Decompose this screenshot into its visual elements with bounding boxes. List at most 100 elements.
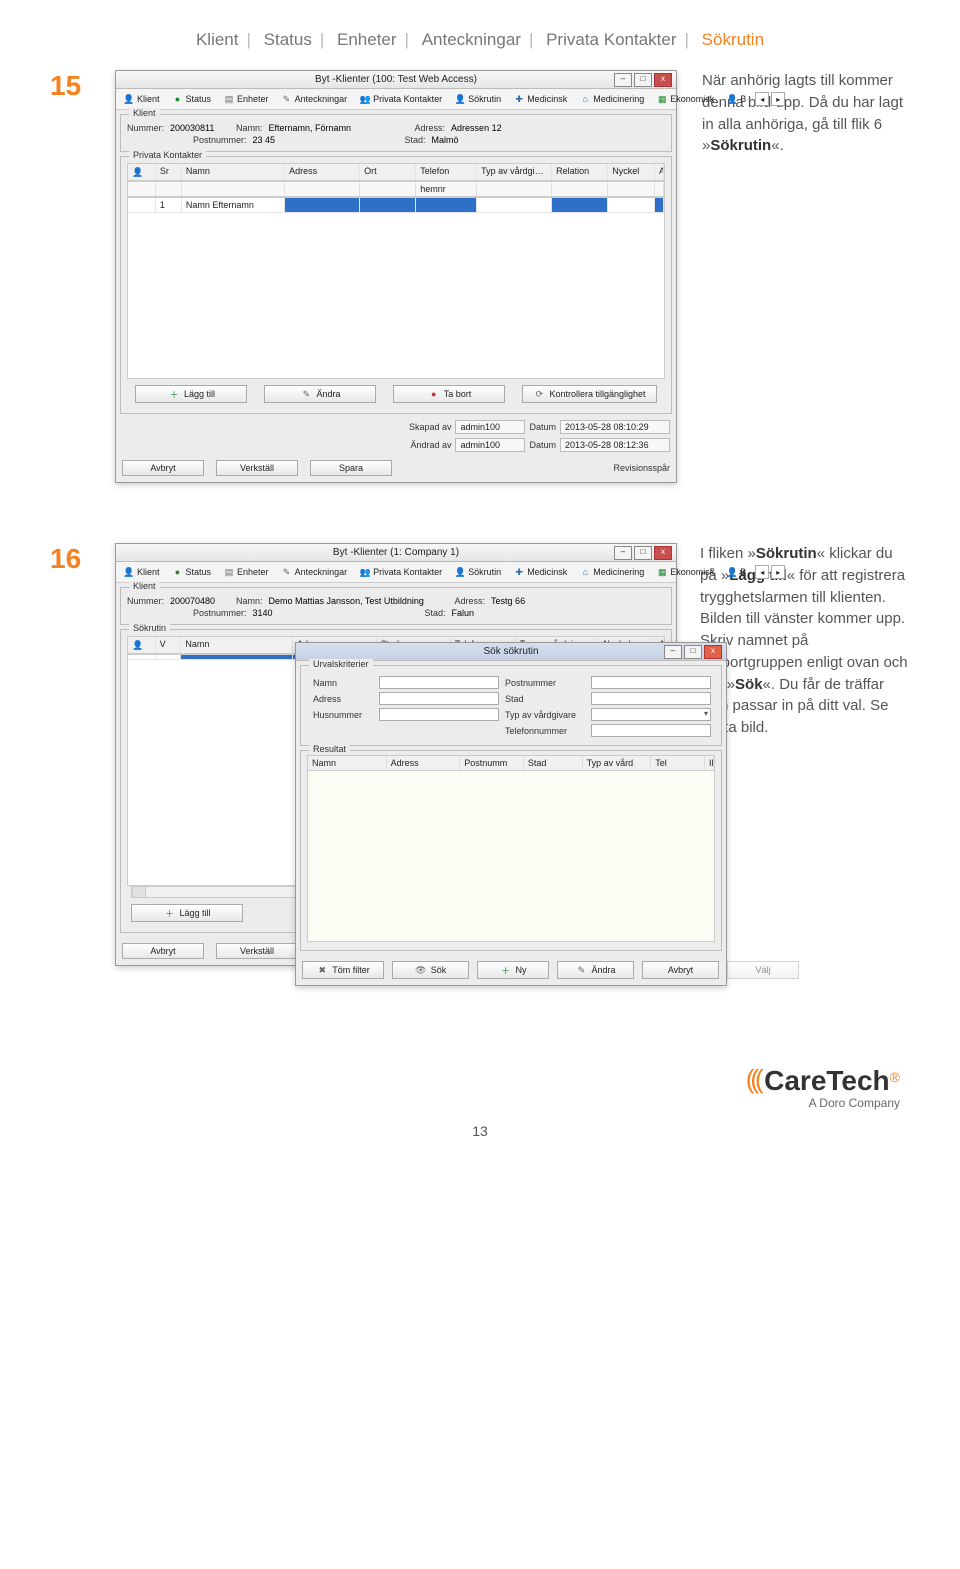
search-routine-icon: 👤 <box>454 93 466 105</box>
window-search-sokrutin: Sök sökrutin – □ x Urvalskriterier Namn … <box>295 642 727 986</box>
notes-icon: ✎ <box>281 566 293 578</box>
minimize-button[interactable]: – <box>614 73 632 87</box>
close-button[interactable]: x <box>654 546 672 560</box>
page-number: 13 <box>472 1123 488 1139</box>
scroll-right-button[interactable]: ▸ <box>771 92 785 106</box>
postnummer-input[interactable] <box>591 676 711 689</box>
maximize-button[interactable]: □ <box>634 546 652 560</box>
plus-icon: ＋ <box>168 388 180 400</box>
crumb: Status <box>260 30 316 49</box>
delete-button[interactable]: ●Ta bort <box>393 385 505 403</box>
check-availability-button[interactable]: ⟳Kontrollera tillgänglighet <box>522 385 656 403</box>
minimize-button[interactable]: – <box>614 546 632 560</box>
scroll-left-button[interactable]: ◂ <box>755 565 769 579</box>
clear-icon: ✖ <box>316 964 328 976</box>
tab-medicinering[interactable]: ⌂Medicinering <box>576 92 647 106</box>
telefonnummer-input[interactable] <box>591 724 711 737</box>
value: Adressen 12 <box>451 123 502 133</box>
window-title: Byt -Klienter (100: Test Web Access) – □… <box>116 71 676 89</box>
new-button[interactable]: ＋Ny <box>477 961 549 979</box>
close-button[interactable]: x <box>704 645 722 659</box>
add-button[interactable]: ＋Lägg till <box>131 904 243 922</box>
tab-anteckningar[interactable]: ✎Anteckningar <box>278 565 351 579</box>
minimize-button[interactable]: – <box>664 645 682 659</box>
eye-icon: 👁 <box>415 964 427 976</box>
apply-button[interactable]: Verkställ <box>216 460 298 476</box>
crumb: Privata Kontakter <box>542 30 680 49</box>
edit-icon: ✎ <box>300 388 312 400</box>
label: Namn: <box>236 123 263 133</box>
list-row[interactable]: 1 Namn Efternamn <box>128 198 664 213</box>
breadcrumb: Klient| Status| Enheter| Anteckningar| P… <box>50 30 910 50</box>
husnummer-input[interactable] <box>379 708 499 721</box>
toolbar: 👤Klient ●Status ▤Enheter ✎Anteckningar 👥… <box>116 89 676 110</box>
tab-anteckningar[interactable]: ✎Anteckningar <box>278 92 351 106</box>
contacts-icon: 👥 <box>359 566 371 578</box>
tab-klient[interactable]: 👤Klient <box>120 92 163 106</box>
scroll-right-button[interactable]: ▸ <box>771 565 785 579</box>
tab-sokrutin[interactable]: 👤Sökrutin <box>451 565 504 579</box>
economy-icon: ▦ <box>656 566 668 578</box>
clear-filter-button[interactable]: ✖Töm filter <box>302 961 384 979</box>
user-icon: 👤 <box>132 639 144 651</box>
cancel-button[interactable]: Avbryt <box>122 460 204 476</box>
search-routine-icon: 👤 <box>454 566 466 578</box>
result-area[interactable] <box>307 771 715 942</box>
tab-more[interactable]: 👤B <box>723 565 749 579</box>
save-button[interactable]: Spara <box>310 460 392 476</box>
tab-privata-kontakter[interactable]: 👥Privata Kontakter <box>356 92 445 106</box>
tab-enheter[interactable]: ▤Enheter <box>220 92 272 106</box>
label: Stad: <box>405 135 426 145</box>
close-button[interactable]: x <box>654 73 672 87</box>
group-privata-kontakter: Privata Kontakter 👤 Sr Namn Adress Ort T… <box>120 156 672 414</box>
tab-medicinsk[interactable]: ✚Medicinsk <box>510 565 570 579</box>
maximize-button[interactable]: □ <box>634 73 652 87</box>
edit-button[interactable]: ✎Ändra <box>264 385 376 403</box>
group-urvalskriterier: Urvalskriterier Namn Postnummer Adress S… <box>300 665 722 746</box>
notes-icon: ✎ <box>281 93 293 105</box>
tab-medicinering[interactable]: ⌂Medicinering <box>576 565 647 579</box>
window-klienter-15: Byt -Klienter (100: Test Web Access) – □… <box>115 70 677 483</box>
toolbar: 👤Klient ●Status ▤Enheter ✎Anteckningar 👥… <box>116 562 676 583</box>
adress-input[interactable] <box>379 692 499 705</box>
list-area[interactable]: 1 Namn Efternamn <box>127 197 665 379</box>
tab-ekonomisk[interactable]: ▦Ekonomisk <box>653 565 717 579</box>
medication-icon: ⌂ <box>579 566 591 578</box>
status-icon: ● <box>172 566 184 578</box>
tab-klient[interactable]: 👤Klient <box>120 565 163 579</box>
tab-ekonomisk[interactable]: ▦Ekonomisk <box>653 92 717 106</box>
tab-more[interactable]: 👤B <box>723 92 749 106</box>
device-icon: ▤ <box>223 93 235 105</box>
search-button[interactable]: 👁Sök <box>392 961 469 979</box>
tab-enheter[interactable]: ▤Enheter <box>220 565 272 579</box>
select-button[interactable]: Välj <box>727 961 799 979</box>
maximize-button[interactable]: □ <box>684 645 702 659</box>
tab-status[interactable]: ●Status <box>169 565 215 579</box>
cancel-button[interactable]: Avbryt <box>642 961 719 979</box>
tab-privata-kontakter[interactable]: 👥Privata Kontakter <box>356 565 445 579</box>
check-icon: ⟳ <box>533 388 545 400</box>
crumb: Klient <box>192 30 243 49</box>
tab-sokrutin[interactable]: 👤Sökrutin <box>451 92 504 106</box>
group-klient: Klient Nummer: 200070480 Namn: Demo Matt… <box>120 587 672 625</box>
cancel-button[interactable]: Avbryt <box>122 943 204 959</box>
add-button[interactable]: ＋Lägg till <box>135 385 247 403</box>
tab-status[interactable]: ●Status <box>169 92 215 106</box>
medical-icon: ✚ <box>513 566 525 578</box>
stad-input[interactable] <box>591 692 711 705</box>
step-description: När anhörig lagts till kommer denna bild… <box>702 70 910 157</box>
group-resultat: Resultat Namn Adress Postnumm Stad Typ a… <box>300 750 722 951</box>
namn-input[interactable] <box>379 676 499 689</box>
plus-icon: ＋ <box>500 964 512 976</box>
status-area: Skapad av admin100 Datum 2013-05-28 08:1… <box>116 418 676 436</box>
user-icon: 👤 <box>726 566 738 578</box>
apply-button[interactable]: Verkställ <box>216 943 298 959</box>
tab-medicinsk[interactable]: ✚Medicinsk <box>510 92 570 106</box>
revision-link[interactable]: Revisionsspår <box>613 463 670 473</box>
typ-select[interactable] <box>591 708 711 721</box>
label: Postnummer: <box>193 135 247 145</box>
edit-button[interactable]: ✎Ändra <box>557 961 634 979</box>
scroll-left-button[interactable]: ◂ <box>755 92 769 106</box>
status-icon: ● <box>172 93 184 105</box>
label: Nummer: <box>127 123 164 133</box>
